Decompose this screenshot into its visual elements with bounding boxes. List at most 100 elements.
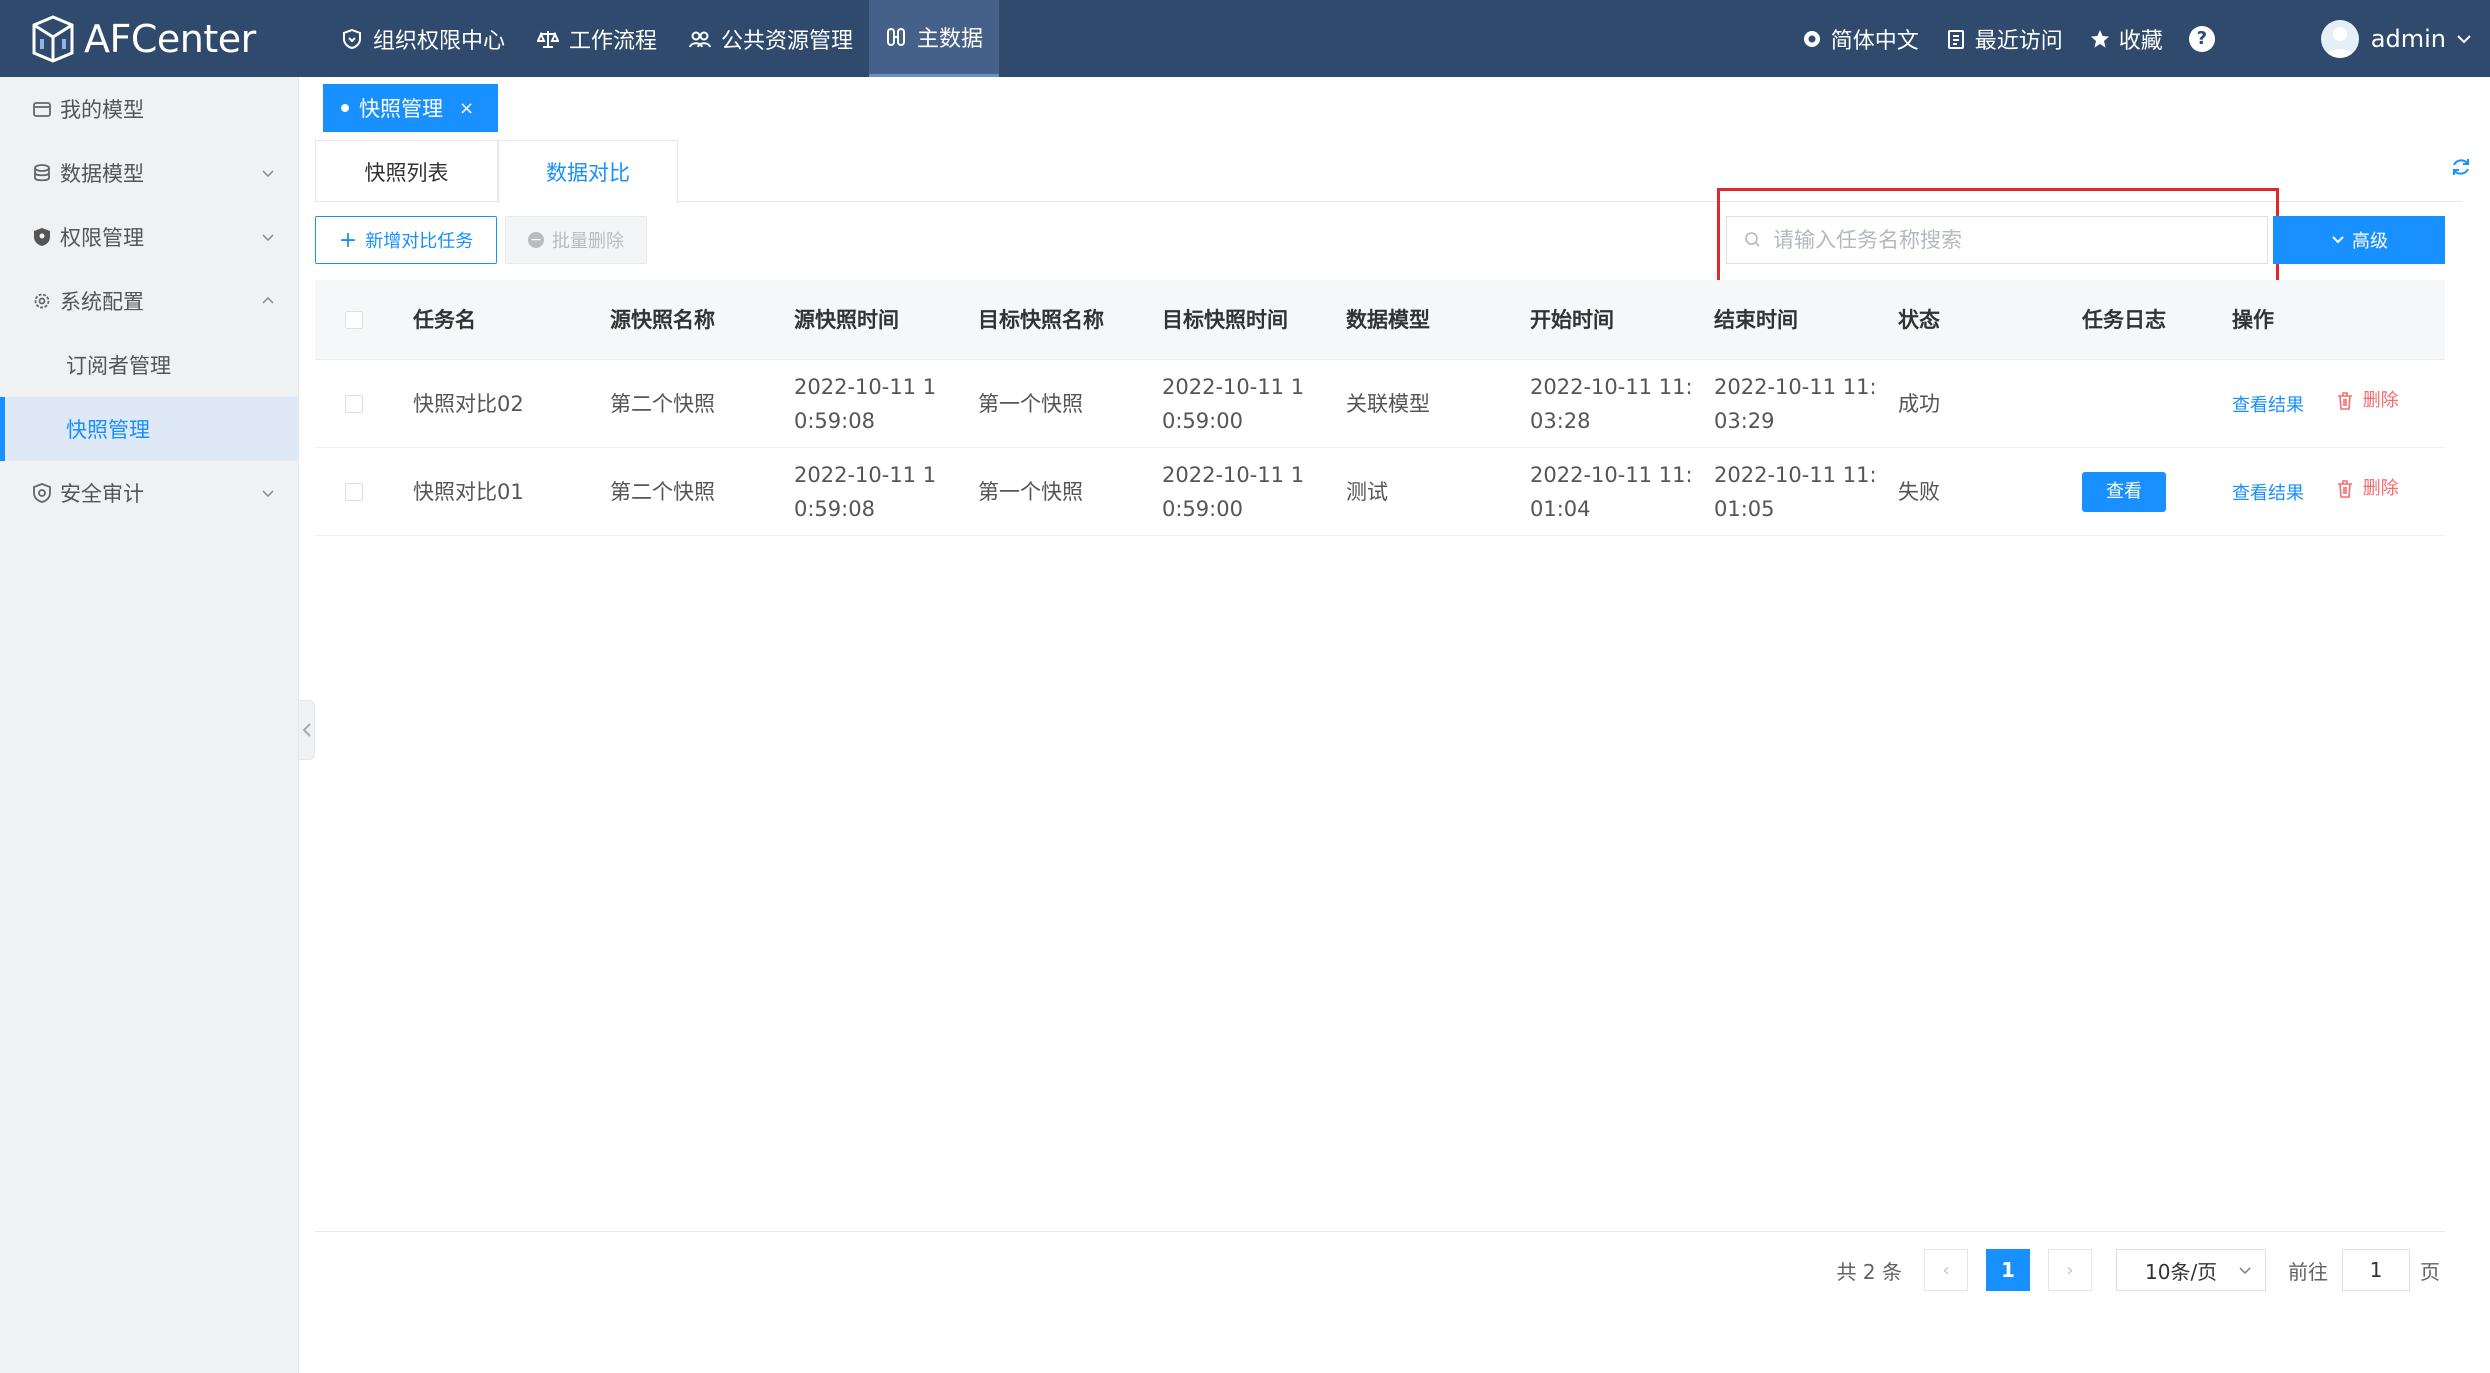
user-name: admin [2370,24,2446,53]
delete-label: 删除 [2362,390,2399,411]
audit-shield-icon [33,483,51,503]
batch-delete-label: 批量删除 [552,231,624,252]
next-page-button[interactable]: › [2048,1249,2092,1291]
sidebar-item-data-models[interactable]: 数据模型 [0,141,298,205]
user-menu[interactable]: admin [2320,19,2474,58]
refresh-icon[interactable] [2450,156,2472,178]
delete-label: 删除 [2362,478,2399,499]
nav-label: 组织权限中心 [373,28,506,54]
sidebar-item-system-config[interactable]: 系统配置 [0,269,298,333]
active-dot [341,104,349,112]
chevron-left-icon [302,723,311,737]
end-time-line1: 2022-10-11 11: [1714,374,1877,399]
col-source-name: 源快照名称 [610,307,715,332]
wallet-icon [33,102,51,117]
row-checkbox-cell [315,482,413,501]
col-end-time: 结束时间 [1714,307,1798,332]
actions-cell: 查看结果 删除 [2232,384,2421,423]
goto-page-input[interactable]: 1 [2342,1249,2410,1291]
row-checkbox[interactable] [345,394,363,413]
prev-page-button[interactable]: ‹ [1924,1249,1968,1291]
start-time-line2: 01:04 [1530,496,1591,521]
trash-icon [2337,392,2352,410]
shield-icon [34,228,50,246]
top-header: AFCenter 组织权限中心 工作流程 公共资源管理 主数据 简体中文 最近访… [0,0,2490,77]
task-name: 快照对比01 [413,479,524,504]
user-icon [2325,26,2354,58]
row-checkbox[interactable] [345,482,363,501]
col-task-name: 任务名 [413,307,476,332]
page-tab-label: 快照管理 [359,97,443,121]
close-icon[interactable]: × [459,98,474,119]
end-time: 2022-10-11 11: 03:29 [1714,370,1898,438]
sidebar-collapse-handle[interactable] [299,700,315,760]
select-all-checkbox[interactable] [345,310,363,329]
sidebar-item-subscribers[interactable]: 订阅者管理 [0,333,298,397]
logo-icon [32,15,74,63]
table-header: 任务名 源快照名称 源快照时间 目标快照名称 目标快照时间 数据模型 开始时间 … [315,280,2445,360]
view-result-link[interactable]: 查看结果 [2232,395,2304,416]
tab-snapshot-list[interactable]: 快照列表 [315,140,498,202]
chevron-down-icon [262,170,274,178]
page-size-select[interactable]: 10条/页 [2116,1249,2266,1291]
page-number-current[interactable]: 1 [1986,1249,2030,1291]
target-time-line1: 2022-10-11 1 [1162,374,1305,399]
nav-label: 公共资源管理 [721,28,854,54]
gear-icon [34,293,50,309]
source-time: 2022-10-11 1 0:59:08 [794,370,978,438]
nav-master-data[interactable]: 主数据 [869,0,1000,77]
search-input[interactable] [1773,228,2253,252]
data-model: 关联模型 [1346,391,1430,416]
recent-visits[interactable]: 最近访问 [1945,23,2063,55]
col-start-time: 开始时间 [1530,307,1614,332]
page-suffix: 页 [2420,1259,2440,1284]
target-time-line2: 0:59:00 [1162,496,1243,521]
actions-cell: 查看结果 删除 [2232,472,2421,511]
status: 成功 [1898,391,1940,416]
sidebar-item-my-models[interactable]: 我的模型 [0,77,298,141]
delete-button[interactable]: 删除 [2335,384,2399,418]
col-source-time: 源快照时间 [794,307,899,332]
favorites[interactable]: 收藏 [2089,23,2163,55]
tab-data-compare[interactable]: 数据对比 [498,140,678,203]
add-compare-task-button[interactable]: + 新增对比任务 [315,216,497,264]
language-switch[interactable]: 简体中文 [1801,23,1919,55]
chevron-down-icon [2239,1267,2251,1275]
search-icon [1745,232,1760,247]
sidebar-item-security-audit[interactable]: 安全审计 [0,461,298,525]
goto-label: 前往 [2288,1259,2328,1284]
sidebar-item-permissions[interactable]: 权限管理 [0,205,298,269]
start-time: 2022-10-11 11: 03:28 [1530,370,1714,438]
task-log-cell: 查看 [2082,471,2232,512]
chevron-down-icon [262,234,274,242]
start-time-line2: 03:28 [1530,408,1591,433]
pagination-divider [315,1231,2445,1232]
chevron-down-icon [262,490,274,498]
page-size-value: 10条/页 [2145,1259,2218,1284]
app-logo[interactable]: AFCenter [30,14,256,64]
page-tab-snapshot[interactable]: 快照管理 × [323,84,499,132]
sidebar-item-snapshot-management[interactable]: 快照管理 [0,397,298,461]
sidebar: 我的模型 数据模型 权限管理 系统配置 订阅者管理 快照管理 安全审计 [0,77,299,1373]
nav-workflow[interactable]: 工作流程 [521,0,673,77]
view-result-link[interactable]: 查看结果 [2232,483,2304,504]
nav-org-permission[interactable]: 组织权限中心 [325,0,521,77]
advanced-label: 高级 [2352,231,2388,252]
source-name: 第二个快照 [610,391,715,416]
database-icon [34,164,50,182]
start-time: 2022-10-11 11: 01:04 [1530,458,1714,526]
target-time-line1: 2022-10-11 1 [1162,462,1305,487]
target-time: 2022-10-11 1 0:59:00 [1162,370,1346,438]
view-log-button[interactable]: 查看 [2082,471,2166,512]
col-task-log: 任务日志 [2082,307,2166,332]
task-name: 快照对比02 [413,391,524,416]
clipboard-icon [1947,29,1964,49]
nav-public-resources[interactable]: 公共资源管理 [673,0,869,77]
avatar [2320,19,2359,58]
end-time-line2: 01:05 [1714,496,1775,521]
col-target-time: 目标快照时间 [1162,307,1288,332]
batch-delete-button[interactable]: − 批量删除 [505,216,647,264]
delete-button[interactable]: 删除 [2335,472,2399,506]
advanced-search-button[interactable]: 高级 [2273,216,2445,264]
help-icon[interactable]: ? [2188,25,2215,52]
